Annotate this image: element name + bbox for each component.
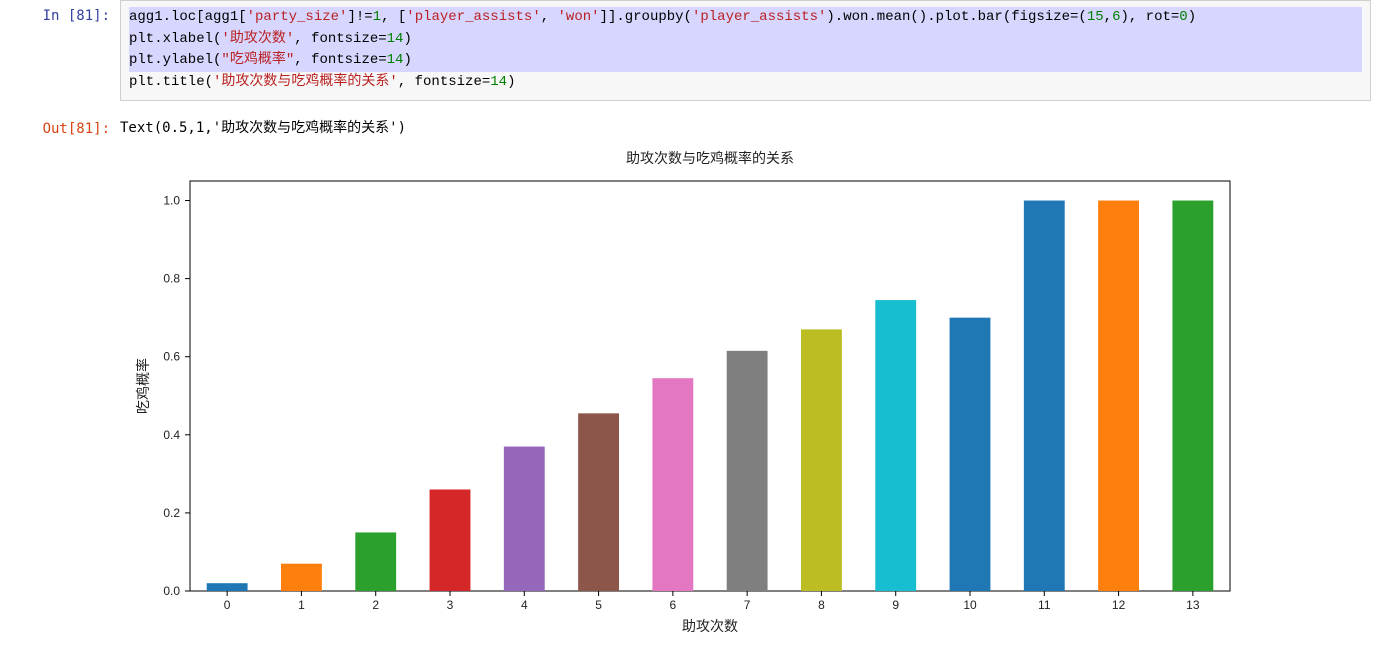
bar-chart: 助攻次数与吃鸡概率的关系0.00.20.40.60.81.0吃鸡概率012345… [130, 145, 1250, 641]
y-tick-label: 0.4 [163, 428, 180, 442]
code-token: , [541, 9, 558, 25]
code-token: ) [403, 52, 411, 68]
bar [281, 563, 322, 590]
chart-container: 助攻次数与吃鸡概率的关系0.00.20.40.60.81.0吃鸡概率012345… [130, 145, 1387, 641]
chart-title: 助攻次数与吃鸡概率的关系 [626, 150, 794, 166]
code-token: 0 [1179, 9, 1187, 25]
code-token: plt.xlabel( [129, 31, 221, 47]
bar [801, 329, 842, 591]
x-tick-label: 6 [670, 598, 677, 612]
x-tick-label: 7 [744, 598, 751, 612]
x-tick-label: 12 [1112, 598, 1126, 612]
y-tick-label: 0.8 [163, 271, 180, 285]
code-token: 14 [490, 74, 507, 90]
x-tick-label: 8 [818, 598, 825, 612]
code-token: 'player_assists' [692, 9, 826, 25]
code-token: plt.title( [129, 74, 213, 90]
code-token: ) [507, 74, 515, 90]
code-token: , fontsize= [294, 52, 386, 68]
code-editor[interactable]: agg1.loc[agg1['party_size']!=1, ['player… [120, 0, 1371, 101]
x-tick-label: 3 [447, 598, 454, 612]
code-token: "吃鸡概率" [221, 52, 294, 68]
bar [430, 489, 471, 591]
code-token: ]].groupby( [600, 9, 692, 25]
code-token: 15 [1087, 9, 1104, 25]
plot-frame [190, 181, 1230, 591]
x-tick-label: 5 [595, 598, 602, 612]
code-token: ), rot= [1120, 9, 1179, 25]
code-token: agg1.loc[agg1[ [129, 9, 247, 25]
x-tick-label: 0 [224, 598, 231, 612]
output-prompt: Out[81]: [0, 113, 120, 137]
code-token: ]!= [347, 9, 372, 25]
code-token: '助攻次数与吃鸡概率的关系' [213, 74, 398, 90]
bar [207, 583, 248, 591]
code-token: , fontsize= [294, 31, 386, 47]
code-token: 1 [373, 9, 381, 25]
bar [1024, 200, 1065, 590]
y-tick-label: 0.2 [163, 506, 180, 520]
code-token: 14 [387, 52, 404, 68]
code-token: '助攻次数' [221, 31, 294, 47]
code-token: plt.ylabel( [129, 52, 221, 68]
output-cell: Out[81]: Text(0.5,1,'助攻次数与吃鸡概率的关系') [0, 113, 1387, 137]
code-token: ) [1188, 9, 1196, 25]
code-token: ) [403, 31, 411, 47]
output-text: Text(0.5,1,'助攻次数与吃鸡概率的关系') [120, 113, 1387, 137]
y-tick-label: 0.6 [163, 349, 180, 363]
x-axis-label: 助攻次数 [682, 618, 738, 634]
code-token: , fontsize= [398, 74, 490, 90]
bar [355, 532, 396, 591]
bar [1172, 200, 1213, 590]
input-cell: In [81]: agg1.loc[agg1['party_size']!=1,… [0, 0, 1387, 101]
x-tick-label: 13 [1186, 598, 1200, 612]
y-tick-label: 0.0 [163, 584, 180, 598]
input-prompt: In [81]: [0, 0, 120, 24]
code-token: , [ [381, 9, 406, 25]
bar [727, 351, 768, 591]
x-tick-label: 2 [372, 598, 379, 612]
bar [578, 413, 619, 591]
bar [1098, 200, 1139, 590]
code-token: , [1104, 9, 1112, 25]
code-token: 14 [387, 31, 404, 47]
code-token: 'won' [558, 9, 600, 25]
code-token: 'player_assists' [406, 9, 540, 25]
x-tick-label: 4 [521, 598, 528, 612]
y-tick-label: 1.0 [163, 193, 180, 207]
bar [652, 378, 693, 591]
y-axis-label: 吃鸡概率 [135, 358, 151, 414]
x-tick-label: 1 [298, 598, 305, 612]
code-token: ).won.mean().plot.bar(figsize=( [826, 9, 1086, 25]
x-tick-label: 11 [1038, 598, 1051, 612]
bar [950, 317, 991, 590]
bar [875, 300, 916, 591]
x-tick-label: 9 [892, 598, 899, 612]
x-tick-label: 10 [963, 598, 977, 612]
bar [504, 446, 545, 590]
code-token: 'party_size' [247, 9, 348, 25]
